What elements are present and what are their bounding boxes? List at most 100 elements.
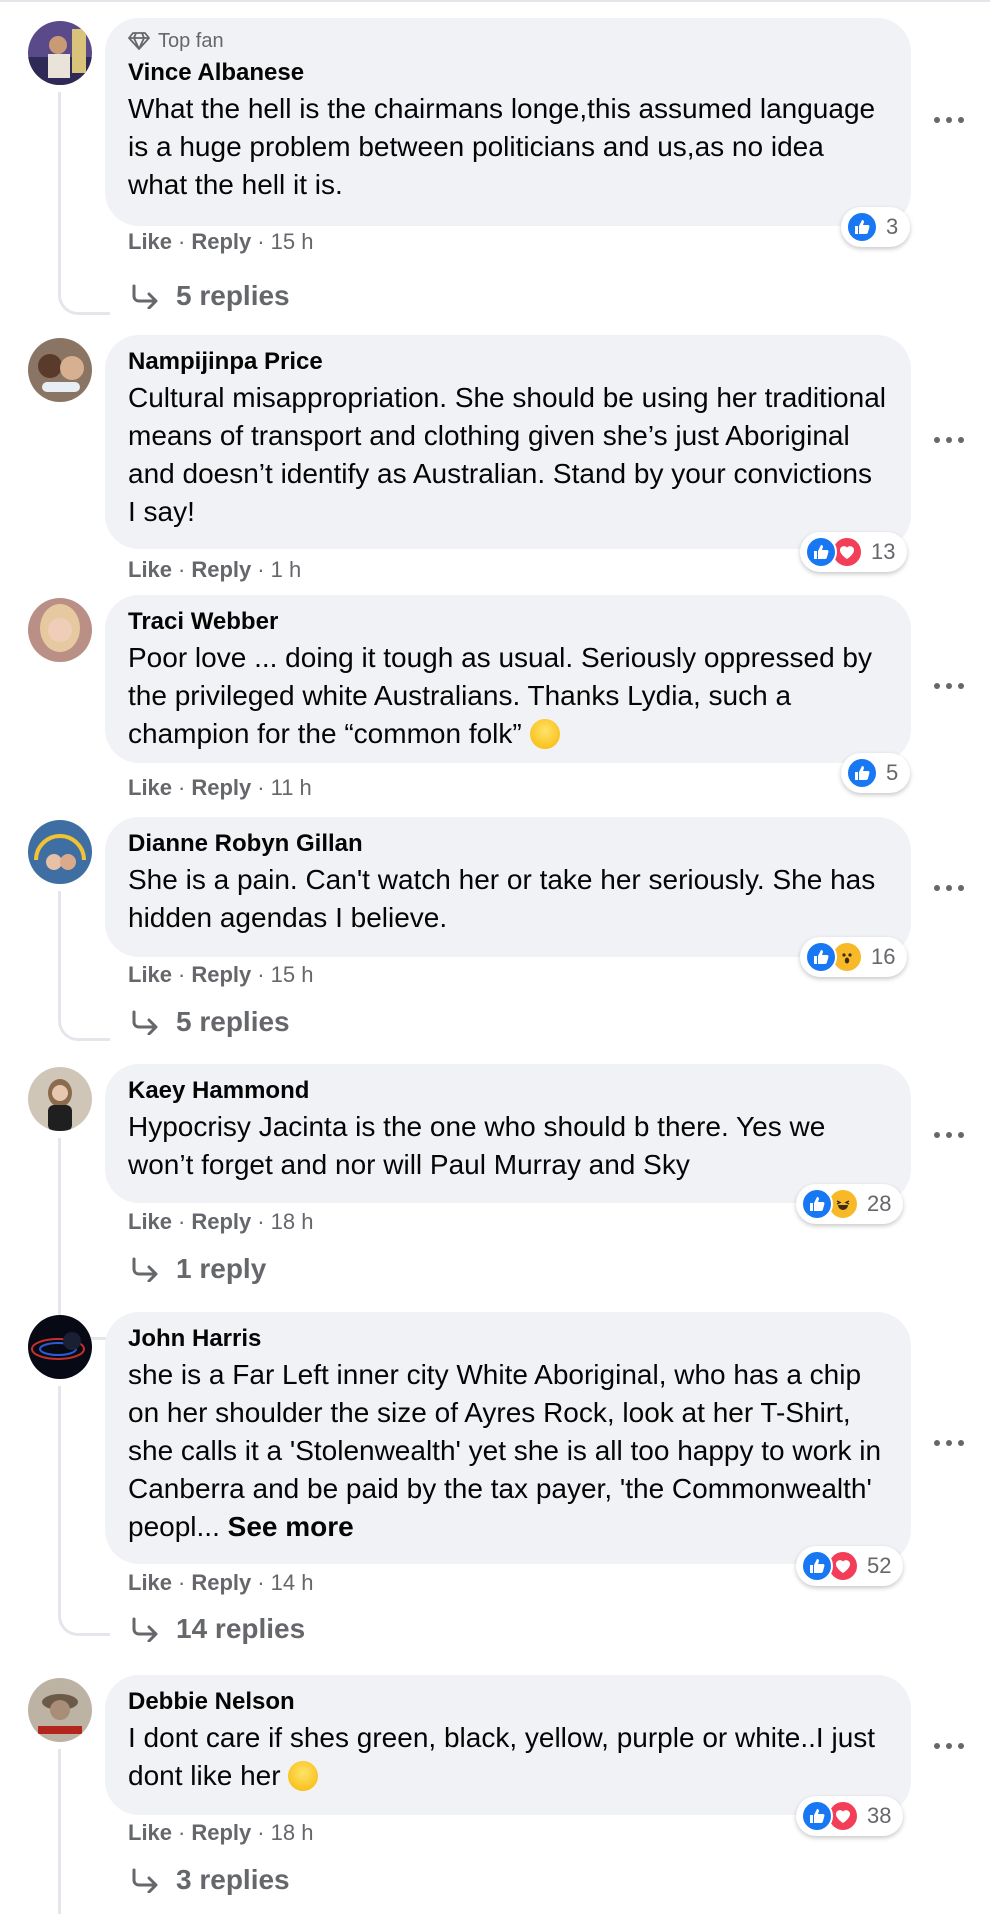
- timestamp[interactable]: 15 h: [271, 229, 314, 255]
- comment-bubble: Nampijinpa Price Cultural misappropriati…: [105, 335, 911, 549]
- replies-count: 5 replies: [176, 280, 290, 311]
- more-options-icon[interactable]: [934, 885, 964, 893]
- reply-arrow-icon: [132, 1257, 158, 1282]
- comment-author[interactable]: Nampijinpa Price: [128, 345, 886, 379]
- like-button[interactable]: Like: [128, 1209, 172, 1235]
- more-options-icon[interactable]: [934, 437, 964, 445]
- reaction-count: 3: [886, 214, 899, 239]
- comment-bubble: Traci Webber Poor love ... doing it toug…: [105, 595, 911, 763]
- like-button[interactable]: Like: [128, 557, 172, 583]
- top-divider: [0, 0, 990, 2]
- replies-count: 3 replies: [176, 1864, 290, 1895]
- avatar[interactable]: [28, 338, 92, 402]
- reply-button[interactable]: Reply: [191, 1820, 251, 1846]
- view-replies-link[interactable]: 5 replies: [130, 1006, 290, 1038]
- avatar[interactable]: [28, 1315, 92, 1379]
- like-reaction-icon: [846, 757, 878, 789]
- comment-actions: Like · Reply · 1 h: [128, 557, 302, 583]
- diamond-icon: [128, 32, 150, 50]
- more-options-icon[interactable]: [934, 117, 964, 125]
- timestamp[interactable]: 1 h: [271, 557, 302, 583]
- more-options-icon[interactable]: [934, 1440, 964, 1448]
- thread-line: [58, 1749, 110, 1914]
- more-options-icon[interactable]: [934, 1132, 964, 1140]
- comment-author[interactable]: Dianne Robyn Gillan: [128, 827, 886, 861]
- comment-actions: Like · Reply · 11 h: [128, 775, 312, 801]
- face-with-tears-of-joy-emoji: [288, 1761, 319, 1791]
- view-replies-link[interactable]: 3 replies: [130, 1864, 290, 1896]
- comment-bubble: John Harris she is a Far Left inner city…: [105, 1312, 911, 1564]
- comment: Top fan Vince Albanese What the hell is …: [0, 18, 990, 318]
- replies-count: 1 reply: [176, 1253, 267, 1284]
- thread-line: [58, 1138, 110, 1340]
- comment-author[interactable]: Debbie Nelson: [128, 1685, 886, 1719]
- comment-actions: Like · Reply · 15 h: [128, 962, 314, 988]
- comment: Dianne Robyn Gillan She is a pain. Can't…: [0, 817, 990, 1065]
- reply-button[interactable]: Reply: [191, 775, 251, 801]
- reaction-summary[interactable]: 3: [841, 207, 911, 247]
- avatar[interactable]: [28, 820, 92, 884]
- reaction-count: 13: [871, 539, 896, 564]
- timestamp[interactable]: 11 h: [271, 775, 312, 801]
- reaction-summary[interactable]: 28: [796, 1184, 904, 1224]
- more-options-icon[interactable]: [934, 1743, 964, 1751]
- like-button[interactable]: Like: [128, 775, 172, 801]
- reply-button[interactable]: Reply: [191, 557, 251, 583]
- like-button[interactable]: Like: [128, 229, 172, 255]
- reaction-summary[interactable]: 5: [841, 753, 911, 793]
- reaction-count: 5: [886, 760, 899, 785]
- comment-author[interactable]: John Harris: [128, 1322, 886, 1356]
- avatar[interactable]: [28, 1678, 92, 1742]
- avatar[interactable]: [28, 598, 92, 662]
- grinning-squinting-face-emoji: [529, 719, 560, 749]
- comment-author[interactable]: Kaey Hammond: [128, 1074, 886, 1108]
- reaction-count: 38: [867, 1803, 892, 1828]
- reaction-summary[interactable]: 38: [796, 1796, 904, 1836]
- top-fan-badge: Top fan: [128, 28, 886, 54]
- view-replies-link[interactable]: 1 reply: [130, 1253, 266, 1285]
- reply-button[interactable]: Reply: [191, 1209, 251, 1235]
- comment: Debbie Nelson I dont care if shes green,…: [0, 1675, 990, 1914]
- view-replies-link[interactable]: 5 replies: [130, 280, 290, 312]
- reply-arrow-icon: [132, 1617, 158, 1642]
- like-reaction-icon: [805, 941, 837, 973]
- reaction-summary[interactable]: 13: [800, 532, 908, 572]
- replies-count: 5 replies: [176, 1006, 290, 1037]
- timestamp[interactable]: 18 h: [271, 1209, 314, 1235]
- avatar[interactable]: [28, 21, 92, 85]
- replies-count: 14 replies: [176, 1613, 306, 1644]
- comment: Kaey Hammond Hypocrisy Jacinta is the on…: [0, 1064, 990, 1340]
- comment-author[interactable]: Vince Albanese: [128, 56, 886, 90]
- like-reaction-icon: [801, 1550, 833, 1582]
- comment-author[interactable]: Traci Webber: [128, 605, 886, 639]
- reply-arrow-icon: [132, 1010, 158, 1035]
- reply-arrow-icon: [132, 1868, 158, 1893]
- comment-text: What the hell is the chairmans longe,thi…: [128, 93, 876, 200]
- comment-text: she is a Far Left inner city White Abori…: [128, 1359, 882, 1542]
- view-replies-link[interactable]: 14 replies: [130, 1613, 305, 1645]
- reply-button[interactable]: Reply: [191, 229, 251, 255]
- like-button[interactable]: Like: [128, 1570, 172, 1596]
- like-reaction-icon: [846, 211, 878, 243]
- reply-button[interactable]: Reply: [191, 1570, 251, 1596]
- comment-text: She is a pain. Can't watch her or take h…: [128, 864, 876, 933]
- comment-actions: Like · Reply · 18 h: [128, 1209, 314, 1235]
- like-button[interactable]: Like: [128, 1820, 172, 1846]
- timestamp[interactable]: 14 h: [271, 1570, 314, 1596]
- see-more-link[interactable]: See more: [228, 1511, 354, 1542]
- thread-line: [58, 891, 110, 1041]
- comment-text: Hypocrisy Jacinta is the one who should …: [128, 1111, 826, 1180]
- reaction-summary[interactable]: 16: [800, 937, 908, 977]
- reaction-count: 52: [867, 1553, 892, 1578]
- reaction-summary[interactable]: 52: [796, 1546, 904, 1586]
- like-button[interactable]: Like: [128, 962, 172, 988]
- like-reaction-icon: [805, 536, 837, 568]
- comment-bubble: Dianne Robyn Gillan She is a pain. Can't…: [105, 817, 911, 957]
- timestamp[interactable]: 15 h: [271, 962, 314, 988]
- reply-button[interactable]: Reply: [191, 962, 251, 988]
- more-options-icon[interactable]: [934, 683, 964, 691]
- timestamp[interactable]: 18 h: [271, 1820, 314, 1846]
- avatar[interactable]: [28, 1067, 92, 1131]
- reaction-count: 28: [867, 1191, 892, 1216]
- thread-line: [58, 1386, 110, 1636]
